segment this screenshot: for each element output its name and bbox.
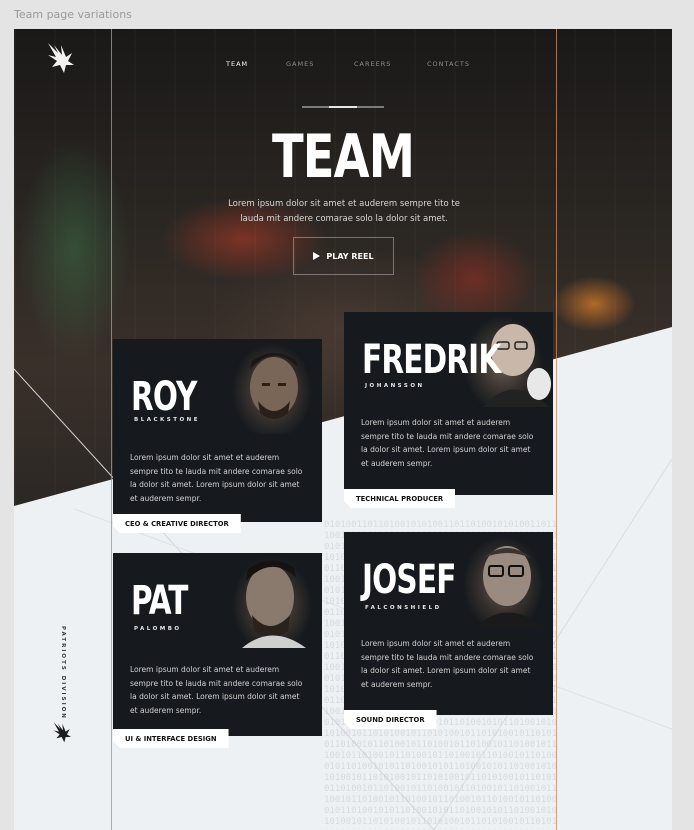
hero-title: TEAM	[271, 122, 415, 192]
team-card-pat[interactable]: PAT PALOMBO Lorem ipsum dolor sit amet e…	[113, 553, 322, 736]
member-first-name: FREDRIK	[362, 337, 501, 383]
role-badge-roy: CEO & CREATIVE DIRECTOR	[113, 514, 241, 533]
team-page: 0101001101101001010100110110100101010011…	[14, 29, 672, 830]
member-first-name: PAT	[131, 578, 188, 624]
role-badge-josef: SOUND DIRECTOR	[344, 710, 437, 729]
artboard-caption: Team page variations	[14, 8, 132, 21]
member-last-name: FALCONSHIELD	[365, 605, 442, 611]
eagle-emblem-icon	[53, 722, 71, 743]
portrait-josef	[453, 532, 553, 627]
hero-slide-indicator	[302, 106, 384, 108]
role-badge-fredrik: TECHNICAL PRODUCER	[344, 489, 455, 508]
member-first-name: ROY	[131, 374, 197, 420]
member-description: Lorem ipsum dolor sit amet et auderem se…	[361, 418, 534, 468]
nav-item-games[interactable]: GAMES	[286, 60, 314, 68]
member-last-name: PALOMBO	[134, 626, 182, 632]
brand-vertical-text: PATRIOTS DIVISION	[60, 626, 66, 720]
nav-item-contacts[interactable]: CONTACTS	[427, 60, 470, 68]
nav-item-careers[interactable]: CAREERS	[354, 60, 391, 68]
role-badge-pat: UI & INTERFACE DESIGN	[113, 729, 229, 748]
member-last-name: JOHANSSON	[365, 383, 425, 389]
play-reel-label: PLAY REEL	[326, 251, 374, 261]
play-icon	[313, 252, 321, 260]
eagle-logo-icon[interactable]	[44, 39, 80, 79]
nav-item-team[interactable]: TEAM	[226, 60, 248, 68]
portrait-pat	[222, 553, 322, 648]
portrait-roy	[222, 339, 322, 434]
team-card-josef[interactable]: JOSEF FALCONSHIELD Lorem ipsum dolor sit…	[344, 532, 553, 715]
hero-description: Lorem ipsum dolor sit amet et auderem se…	[228, 199, 460, 224]
member-description: Lorem ipsum dolor sit amet et auderem se…	[361, 639, 534, 689]
play-reel-button[interactable]: PLAY REEL	[293, 237, 394, 275]
team-card-fredrik[interactable]: FREDRIK JOHANSSON Lorem ipsum dolor sit …	[344, 312, 553, 495]
member-description: Lorem ipsum dolor sit amet et auderem se…	[130, 453, 303, 503]
member-description: Lorem ipsum dolor sit amet et auderem se…	[130, 665, 303, 715]
member-last-name: BLACKSTONE	[134, 417, 201, 423]
team-card-roy[interactable]: ROY BLACKSTONE Lorem ipsum dolor sit ame…	[113, 339, 322, 522]
member-first-name: JOSEF	[362, 557, 456, 603]
